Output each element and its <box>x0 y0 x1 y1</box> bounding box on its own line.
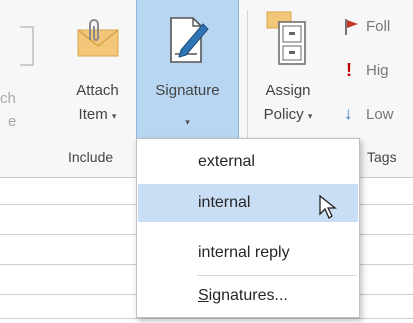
paperclip-envelope-icon <box>74 18 120 60</box>
partial-icon <box>20 26 34 66</box>
partial-button-label-bottom: e <box>8 113 17 130</box>
attach-item-label-line2: Item <box>78 106 108 123</box>
follow-up-button[interactable]: Foll <box>340 16 413 40</box>
attach-item-label-line2-wrap: Item ▾ <box>60 104 135 127</box>
low-importance-icon: ↓ <box>344 104 353 123</box>
high-importance-button[interactable]: ! Hig <box>340 60 413 84</box>
assign-policy-label-line2-wrap: Policy ▾ <box>253 104 323 127</box>
menu-item-internal-reply[interactable]: internal reply <box>138 234 358 272</box>
mouse-cursor-icon <box>319 194 337 219</box>
signature-button[interactable]: Signature ▾ <box>136 0 239 139</box>
group-label-include: Include <box>68 149 114 165</box>
menu-item-manage-signatures-label: Signatures... <box>198 287 288 304</box>
row-divider <box>0 318 413 319</box>
access-key-underline: S <box>198 287 209 304</box>
dropdown-caret-icon: ▾ <box>307 111 313 121</box>
high-importance-label: Hig <box>366 62 389 79</box>
signature-dropdown-menu: external internal internal reply Signatu… <box>136 138 360 318</box>
dropdown-caret-icon: ▾ <box>111 111 117 121</box>
menu-item-external-label: external <box>198 153 255 170</box>
attach-item-button[interactable]: Attach Item ▾ <box>60 0 135 148</box>
follow-up-label: Foll <box>366 18 391 35</box>
flag-icon <box>345 19 358 35</box>
menu-item-internal-reply-label: internal reply <box>198 244 290 261</box>
menu-item-manage-signatures[interactable]: Signatures... <box>138 277 358 315</box>
menu-separator <box>197 275 357 276</box>
menu-item-internal[interactable]: internal <box>138 184 358 222</box>
menu-item-internal-label: internal <box>198 194 251 211</box>
assign-policy-label-line1: Assign <box>265 82 311 99</box>
group-label-tags: Tags <box>367 149 397 165</box>
signature-label: Signature <box>155 82 220 99</box>
signature-pen-icon <box>167 14 211 66</box>
low-importance-button[interactable]: ↓ Low <box>340 104 413 128</box>
assign-policy-label-line2: Policy <box>263 106 304 123</box>
low-importance-label: Low <box>366 106 394 123</box>
filing-cabinet-icon <box>265 10 311 68</box>
dropdown-caret-icon: ▾ <box>185 117 190 127</box>
attach-item-label-line1: Attach <box>76 82 119 99</box>
high-importance-icon: ! <box>346 60 352 80</box>
partial-button-label-top: ch <box>0 90 16 107</box>
menu-item-external[interactable]: external <box>138 143 358 181</box>
signature-caret-wrap: ▾ <box>137 110 238 133</box>
assign-policy-button[interactable]: Assign Policy ▾ <box>253 0 323 148</box>
